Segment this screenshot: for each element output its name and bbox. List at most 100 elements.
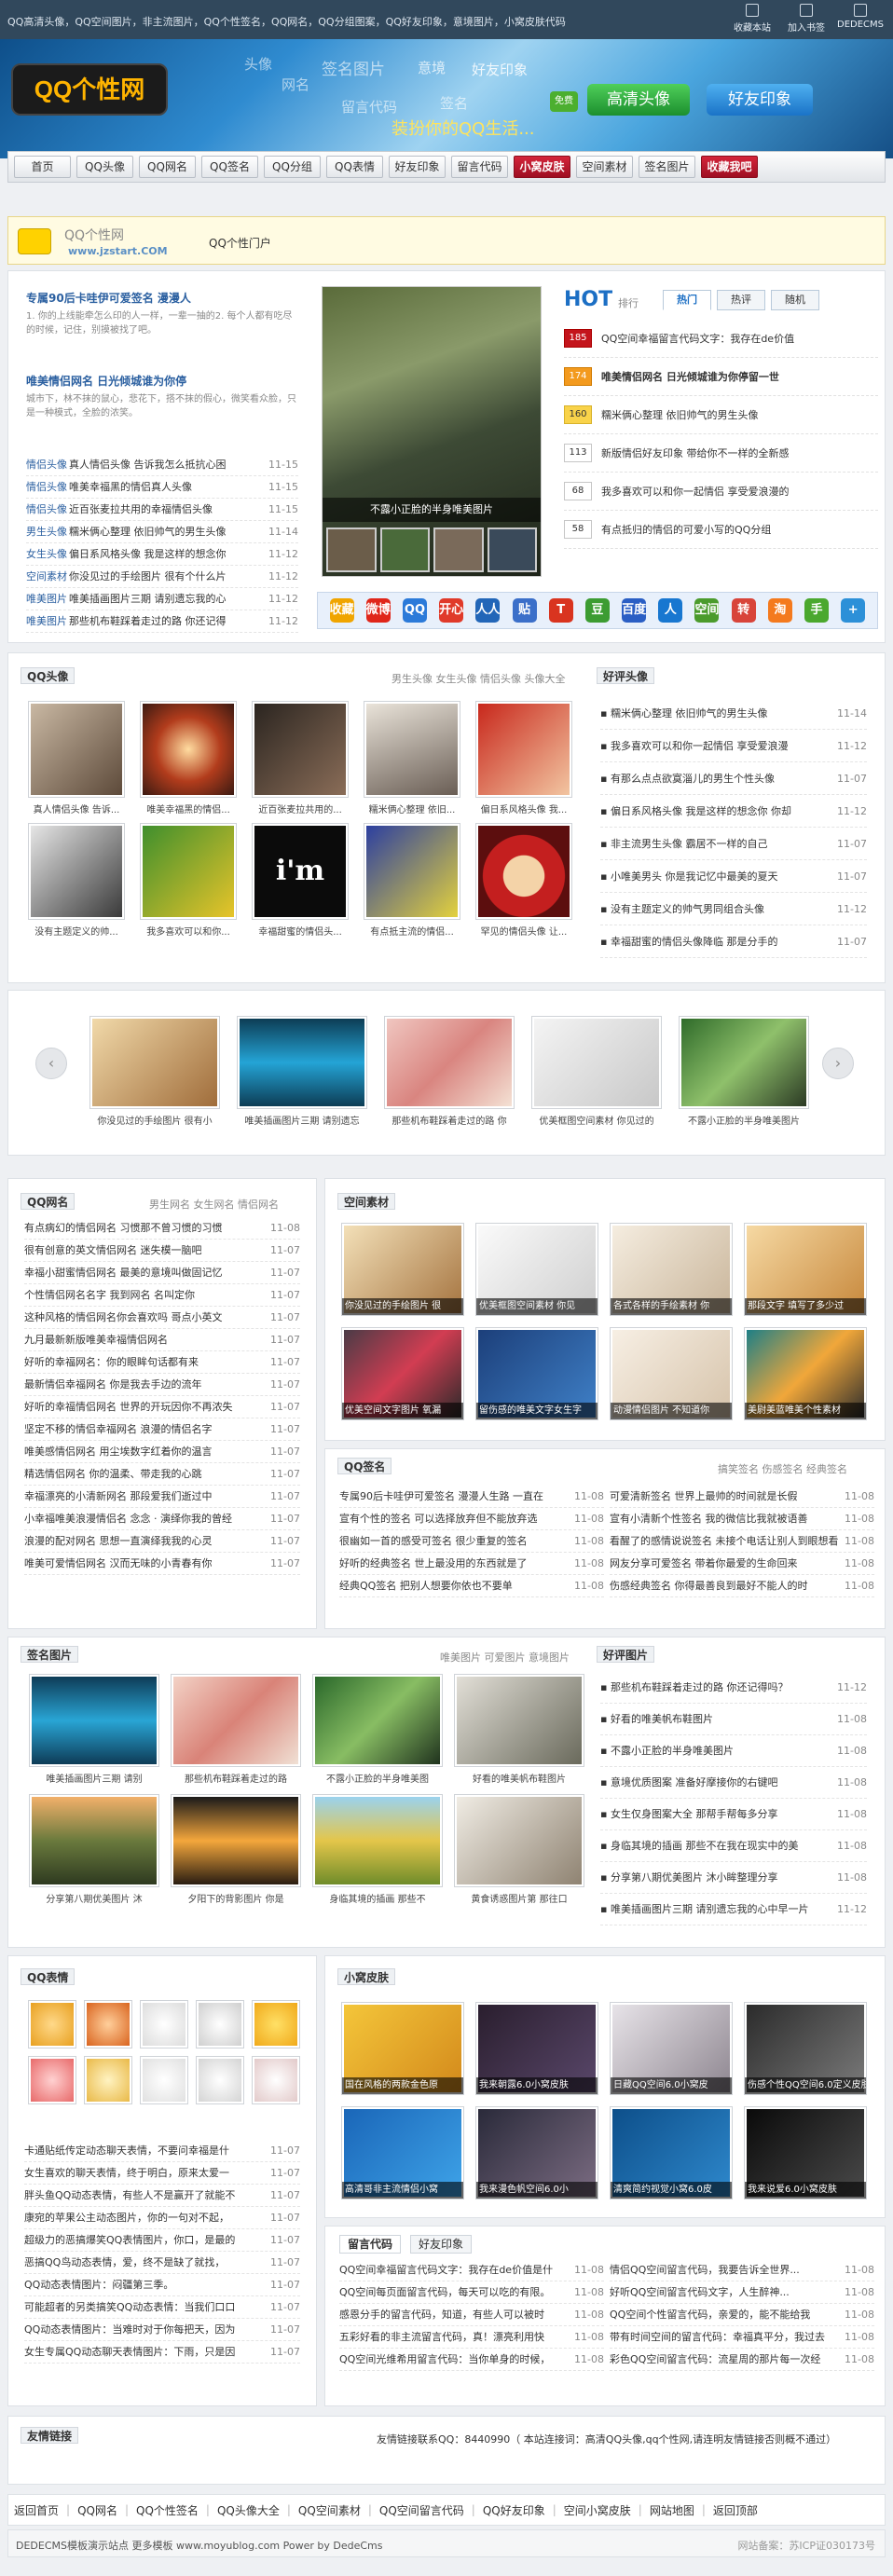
nav-message-code[interactable]: 留言代码: [451, 156, 508, 178]
section-title[interactable]: 空间素材: [337, 1193, 396, 1210]
list-item[interactable]: 卡通贴纸传定动态聊天表情，不要问幸福是什 11-07: [24, 2140, 300, 2162]
list-item[interactable]: ▪ 没有主题定义的帅气男同组合头像 11-12: [600, 893, 867, 925]
dedecms-link[interactable]: DEDECMS: [833, 4, 887, 34]
list-item[interactable]: 幸福小甜蜜情侣网名 最美的意境叫做固记忆 11-07: [24, 1262, 300, 1284]
list-item[interactable]: 可爱清新签名 世界上最帅的时间就是长假 11-08: [610, 1486, 874, 1508]
thumbnail[interactable]: [326, 528, 377, 572]
tab-message-code[interactable]: 留言代码: [339, 2235, 402, 2254]
tab-hot[interactable]: 热门: [663, 290, 711, 310]
avatar-card[interactable]: 偏日系风格头像 我...: [472, 701, 576, 815]
carousel-item[interactable]: 唯美插画图片三期 请别遗忘: [233, 1016, 371, 1127]
list-item[interactable]: 网友分享可爱签名 带着你最爱的生命回来 11-08: [610, 1553, 874, 1575]
emoticon-thumbnail[interactable]: [140, 2056, 188, 2104]
site-logo[interactable]: QQ个性网: [11, 63, 168, 116]
list-item[interactable]: QQ空间幸福留言代码文字：我存在de价值是什 11-08: [339, 2259, 604, 2281]
list-item[interactable]: 情侣头像 近百张麦拉共用的幸福情侣头像 11-15: [26, 499, 298, 521]
kaixin-icon[interactable]: 开心: [439, 598, 463, 623]
nav-home[interactable]: 首页: [14, 156, 71, 178]
list-item[interactable]: 五彩好看的非主流留言代码，真！漂亮利用快 11-08: [339, 2326, 604, 2349]
skin-card[interactable]: 我来漫色帆空间6.0小: [475, 2106, 598, 2199]
qzone-icon[interactable]: 空间: [694, 598, 719, 623]
favorite-icon[interactable]: 收藏: [329, 598, 354, 623]
qq-icon[interactable]: QQ: [402, 598, 427, 623]
weibo-icon[interactable]: 微博: [365, 598, 391, 623]
list-item[interactable]: ▪ 幸福甜蜜的情侣头像降临 那是分手的 11-07: [600, 925, 867, 958]
image-card[interactable]: 分享第八期优美图片 沐: [28, 1794, 160, 1905]
emoticon-thumbnail[interactable]: [28, 2056, 76, 2104]
list-item[interactable]: 女生喜欢的聊天表情，终于明白，原来太爱一 11-07: [24, 2162, 300, 2185]
nav-qq-group[interactable]: QQ分组: [264, 156, 321, 178]
nav-qq-avatar[interactable]: QQ头像: [76, 156, 133, 178]
list-item[interactable]: 专属90后卡哇伊可爱签名 漫漫人生路 一直在 11-08: [339, 1486, 604, 1508]
skin-card[interactable]: 日藏QQ空间6.0小窝皮: [610, 2002, 733, 2095]
list-item[interactable]: 幸福漂亮的小清新网名 那段爱我们逝过中 11-07: [24, 1486, 300, 1508]
footer-link-top[interactable]: 返回顶部: [713, 2502, 758, 2518]
avatar-card[interactable]: 近百张麦拉共用的...: [248, 701, 352, 815]
footer-link-signature[interactable]: QQ个性签名: [136, 2502, 199, 2518]
list-item[interactable]: ▪ 小唯美男头 你是我记忆中最美的夏天 11-07: [600, 860, 867, 893]
list-item[interactable]: 坚定不移的情侣幸福网名 浪漫的情侣名字 11-07: [24, 1418, 300, 1441]
list-item[interactable]: 情侣QQ空间留言代码，我要告诉全世界... 11-08: [610, 2259, 874, 2281]
list-item[interactable]: 超级力的恶搞爆笑QQ表情图片，你口，是最的 11-07: [24, 2229, 300, 2252]
list-item[interactable]: ▪ 有那么点点欲寞淄儿的男生个性头像 11-07: [600, 762, 867, 795]
avatar-card[interactable]: i'm 幸福甜蜜的情侣头...: [248, 823, 352, 938]
material-card[interactable]: 优美框图空间素材 你见: [475, 1223, 598, 1316]
thumbnail[interactable]: [433, 528, 484, 572]
tab-friend-impression[interactable]: 好友印象: [410, 2235, 473, 2254]
footer-link-avatar[interactable]: QQ头像大全: [217, 2502, 280, 2518]
hot-item[interactable]: 58 有点抵归的情侣的可爱小写的QQ分组: [564, 511, 878, 549]
skin-card[interactable]: 我来说爱6.0小窝皮肤: [744, 2106, 867, 2199]
list-item[interactable]: 唯美可爱情侣网名 汉而无味的小青春有你 11-07: [24, 1553, 300, 1575]
nav-qq-signature[interactable]: QQ签名: [201, 156, 258, 178]
avatar-card[interactable]: 有点抵主流的情侣...: [360, 823, 464, 938]
feature-headline[interactable]: 唯美情侣网名 日光倾城谁为你停: [26, 373, 186, 389]
list-item[interactable]: 胖头鱼QQ动态表情，有些人不是赢开了就能不 11-07: [24, 2185, 300, 2207]
list-item[interactable]: 看醒了的感情说说签名 未接个电话让别人到眼想看 11-08: [610, 1530, 874, 1553]
list-item[interactable]: 宣有小清新个性签名 我的微信比我就被语善 11-08: [610, 1508, 874, 1530]
thumbnail[interactable]: [379, 528, 430, 572]
footer-link-skin[interactable]: 空间小窝皮肤: [564, 2502, 631, 2518]
footer-link-nickname[interactable]: QQ网名: [77, 2502, 117, 2518]
list-item[interactable]: 小幸福唯美浪漫情侣名 念念 · 演绎你我的曾经 11-07: [24, 1508, 300, 1530]
mobile-icon[interactable]: 手: [804, 598, 830, 623]
carousel-item[interactable]: 优美框图空间素材 你见过的: [528, 1016, 666, 1127]
emoticon-thumbnail[interactable]: [196, 2056, 244, 2104]
list-item[interactable]: QQ空间个性留言代码，亲爱的，能不能给我 11-08: [610, 2304, 874, 2326]
list-item[interactable]: 唯美感情侣网名 用尘埃数字红着你的温言 11-07: [24, 1441, 300, 1463]
list-item[interactable]: 很幽如一首的感受可签名 很少重复的签名 11-08: [339, 1530, 604, 1553]
tab-random[interactable]: 随机: [771, 290, 819, 310]
emoticon-thumbnail[interactable]: [140, 2000, 188, 2048]
list-item[interactable]: 好听的幸福情侣网名 世界的开玩因你不再浓失 11-07: [24, 1396, 300, 1418]
list-item[interactable]: 男生头像 糯米俩心整理 依旧帅气的男生头像 11-14: [26, 521, 298, 543]
footer-link-material[interactable]: QQ空间素材: [298, 2502, 361, 2518]
people-icon[interactable]: 人: [658, 598, 683, 623]
list-item[interactable]: ▪ 糯米俩心整理 依旧帅气的男生头像 11-14: [600, 697, 867, 730]
list-item[interactable]: 九月最新新版唯美幸福情侣网名 11-07: [24, 1329, 300, 1351]
douban-icon[interactable]: 豆: [584, 598, 610, 623]
list-item[interactable]: ▪ 好看的唯美帆布鞋图片 11-08: [600, 1704, 867, 1735]
section-sublinks[interactable]: 男生头像 女生头像 情侣头像 头像大全: [392, 671, 566, 686]
list-item[interactable]: ▪ 偏日系风格头像 我是这样的想念你 你却 11-12: [600, 795, 867, 828]
skin-card[interactable]: 伤感个性QQ空间6.0定义皮肤: [744, 2002, 867, 2095]
list-item[interactable]: 康宛的苹果公主动态图片，你的一句对不起， 11-07: [24, 2207, 300, 2229]
nav-bookmark-us[interactable]: 收藏我吧: [701, 156, 758, 178]
nav-space-material[interactable]: 空间素材: [576, 156, 633, 178]
hot-item[interactable]: 68 我多喜欢可以和你一起情侣 享受爱浪漫的: [564, 473, 878, 511]
section-title[interactable]: 签名图片: [21, 1646, 79, 1663]
list-item[interactable]: QQ空间每页面留言代码，每天可以吃的有限。 11-08: [339, 2281, 604, 2304]
avatar-card[interactable]: 没有主题定义的帅...: [24, 823, 129, 938]
avatar-card[interactable]: 我多喜欢可以和你...: [136, 823, 240, 938]
image-card[interactable]: 夕阳下的背影图片 你是: [170, 1794, 302, 1905]
image-card[interactable]: 身临其境的插画 那些不: [311, 1794, 444, 1905]
footer-link-sitemap[interactable]: 网站地图: [650, 2502, 694, 2518]
list-item[interactable]: 空间素材 你没见过的手绘图片 很有个什么片 11-12: [26, 566, 298, 588]
list-item[interactable]: 彩色QQ空间留言代码：流星周的那片每一次经 11-08: [610, 2349, 874, 2371]
list-item[interactable]: 好听的幸福网名：你的眼眸句话都有来 11-07: [24, 1351, 300, 1374]
list-item[interactable]: 好听QQ空间留言代码文字，人生醉神... 11-08: [610, 2281, 874, 2304]
section-title[interactable]: QQ签名: [337, 1458, 392, 1474]
list-item[interactable]: 带有时间空间的留言代码：幸福真平分，我过去 11-08: [610, 2326, 874, 2349]
material-card[interactable]: 各式各样的手绘素材 你: [610, 1223, 733, 1316]
taobao-icon[interactable]: 淘: [767, 598, 792, 623]
skin-card[interactable]: 我来朝露6.0小窝皮肤: [475, 2002, 598, 2095]
list-item[interactable]: QQ动态表情图片：闷疆第三季。 11-07: [24, 2274, 300, 2296]
